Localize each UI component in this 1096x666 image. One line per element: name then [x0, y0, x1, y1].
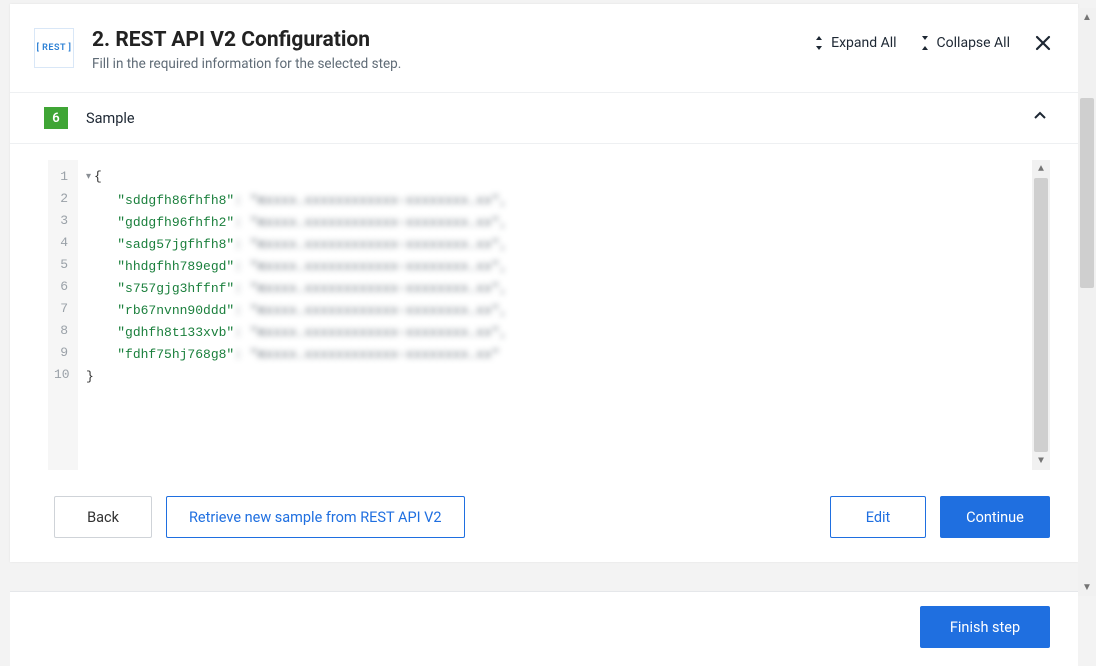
button-row: Back Retrieve new sample from REST API V… — [10, 480, 1078, 562]
scroll-up-icon[interactable]: ▲ — [1032, 160, 1050, 178]
editor-scrollbar[interactable]: ▲ ▼ — [1032, 160, 1050, 470]
collapse-icon — [919, 36, 931, 50]
header-actions: Expand All Collapse All — [813, 32, 1054, 54]
expand-icon — [813, 36, 825, 50]
close-button[interactable] — [1032, 32, 1054, 54]
back-button[interactable]: Back — [54, 496, 152, 538]
page-scroll-up-icon[interactable]: ▲ — [1078, 8, 1096, 26]
page-scrollbar[interactable]: ▲ ▼ — [1078, 8, 1096, 596]
chevron-up-icon[interactable] — [1032, 108, 1048, 128]
code-editor[interactable]: 12345678910 ▾{ "sddgfh86fhfh8": "mxxxx.x… — [48, 160, 1050, 470]
scroll-thumb[interactable] — [1034, 178, 1048, 452]
section-label: Sample — [86, 110, 1032, 127]
code-body[interactable]: ▾{ "sddgfh86fhfh8": "mxxxx.xxxxxxxxxxxx-… — [78, 160, 1032, 470]
collapse-all-label: Collapse All — [937, 35, 1010, 51]
collapse-all-button[interactable]: Collapse All — [919, 35, 1010, 51]
continue-button[interactable]: Continue — [940, 496, 1050, 538]
page-scroll-down-icon[interactable]: ▼ — [1078, 578, 1096, 596]
config-panel: [ REST ] 2. REST API V2 Configuration Fi… — [10, 4, 1078, 562]
panel-header: [ REST ] 2. REST API V2 Configuration Fi… — [10, 4, 1078, 92]
header-text: 2. REST API V2 Configuration Fill in the… — [92, 28, 813, 72]
scroll-down-icon[interactable]: ▼ — [1032, 452, 1050, 470]
page-title: 2. REST API V2 Configuration — [92, 28, 813, 52]
retrieve-sample-button[interactable]: Retrieve new sample from REST API V2 — [166, 496, 465, 538]
expand-all-label: Expand All — [831, 35, 896, 51]
expand-all-button[interactable]: Expand All — [813, 35, 896, 51]
rest-icon: [ REST ] — [34, 28, 74, 68]
edit-button[interactable]: Edit — [830, 496, 926, 538]
footer-bar: Finish step — [10, 591, 1078, 666]
page-scroll-thumb[interactable] — [1080, 98, 1094, 288]
finish-step-button[interactable]: Finish step — [920, 606, 1050, 648]
line-gutter: 12345678910 — [48, 160, 78, 470]
section-number-badge: 6 — [44, 107, 68, 129]
page-subtitle: Fill in the required information for the… — [92, 56, 813, 72]
section-header[interactable]: 6 Sample — [10, 92, 1078, 144]
